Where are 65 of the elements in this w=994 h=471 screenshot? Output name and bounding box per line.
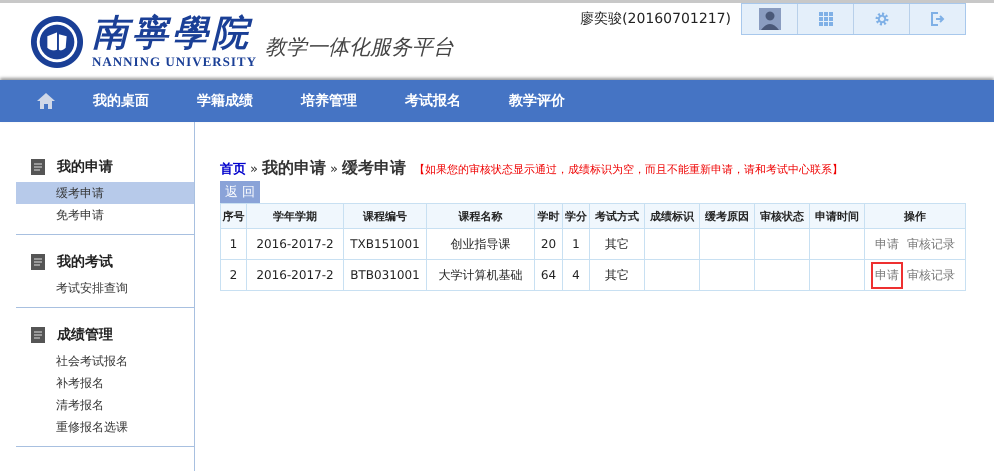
table-cell: 其它: [590, 228, 644, 260]
column-header: 学年学期: [246, 204, 344, 228]
sidebar-item[interactable]: 重修报名选课: [16, 416, 194, 438]
table-cell: 2016-2017-2: [246, 260, 344, 290]
breadcrumb-separator: »: [250, 162, 258, 177]
apply-link[interactable]: 申请: [873, 232, 902, 256]
table-cell: 1: [220, 228, 246, 260]
nav-link[interactable]: 教学评价: [509, 92, 565, 110]
table-cell: 大学计算机基础: [426, 260, 534, 290]
table-cell: 20: [534, 228, 562, 260]
table-cell: 创业指导课: [426, 228, 534, 260]
sidebar-heading: 我的申请: [57, 158, 113, 176]
apply-link[interactable]: 申请: [873, 264, 902, 286]
nav-link[interactable]: 培养管理: [301, 92, 357, 110]
column-header: 操作: [864, 204, 966, 228]
sidebar-item[interactable]: 免考申请: [16, 204, 194, 226]
column-header: 学时: [534, 204, 562, 228]
sidebar-heading: 成绩管理: [57, 326, 113, 344]
table-cell: 4: [562, 260, 590, 290]
column-header: 申请时间: [810, 204, 864, 228]
breadcrumb-link[interactable]: 首页: [220, 160, 246, 178]
sidebar-item[interactable]: 补考报名: [16, 372, 194, 394]
column-header: 缓考原因: [700, 204, 754, 228]
column-header: 学分: [562, 204, 590, 228]
column-header: 审核状态: [754, 204, 810, 228]
grid-icon[interactable]: [818, 12, 832, 26]
breadcrumb-item: 我的申请: [262, 158, 326, 179]
user-name: 廖奕骏(20160701217): [580, 10, 731, 28]
sidebar-item[interactable]: 社会考试报名: [16, 350, 194, 372]
breadcrumb-separator: »: [330, 162, 338, 177]
university-seal-icon: [30, 14, 84, 68]
notice-text: 【如果您的审核状态显示通过，成绩标识为空，而且不能重新申请，请和考试中心联系】: [414, 162, 843, 177]
review-record-link[interactable]: 审核记录: [904, 232, 957, 256]
column-header: 考试方式: [590, 204, 644, 228]
column-header: 成绩标识: [644, 204, 700, 228]
column-header: 课程名称: [426, 204, 534, 228]
platform-title: 教学一体化服务平台: [265, 34, 454, 60]
list-icon: [31, 254, 47, 270]
column-header: 课程编号: [344, 204, 426, 228]
university-subtitle: NANNING UNIVERSITY: [92, 54, 257, 70]
sidebar-item[interactable]: 缓考申请: [16, 182, 194, 204]
table-cell: TXB151001: [344, 228, 426, 260]
list-icon: [31, 159, 47, 175]
sidebar-item[interactable]: 清考报名: [16, 394, 194, 416]
table-cell: 64: [534, 260, 562, 290]
nav-link[interactable]: 考试报名: [405, 92, 461, 110]
nav-link[interactable]: 我的桌面: [93, 92, 149, 110]
sidebar-item[interactable]: 考试安排查询: [16, 277, 194, 299]
breadcrumb-item: 缓考申请: [342, 158, 406, 179]
table-cell: 2016-2017-2: [246, 228, 344, 260]
back-button[interactable]: 返 回: [220, 181, 260, 203]
sidebar-heading: 我的考试: [57, 253, 113, 271]
table-cell: 2: [220, 260, 246, 290]
list-icon: [31, 327, 47, 343]
avatar-icon[interactable]: [758, 8, 780, 30]
column-header: 序号: [220, 204, 246, 228]
home-icon[interactable]: [37, 93, 55, 109]
table-cell: BTB031001: [344, 260, 426, 290]
table-cell: 1: [562, 228, 590, 260]
settings-icon[interactable]: [874, 12, 888, 26]
review-record-link[interactable]: 审核记录: [904, 264, 957, 286]
table-cell: 其它: [590, 260, 644, 290]
nav-link[interactable]: 学籍成绩: [197, 92, 253, 110]
university-name: 南寧學院: [92, 14, 254, 54]
logout-icon[interactable]: [930, 12, 944, 26]
